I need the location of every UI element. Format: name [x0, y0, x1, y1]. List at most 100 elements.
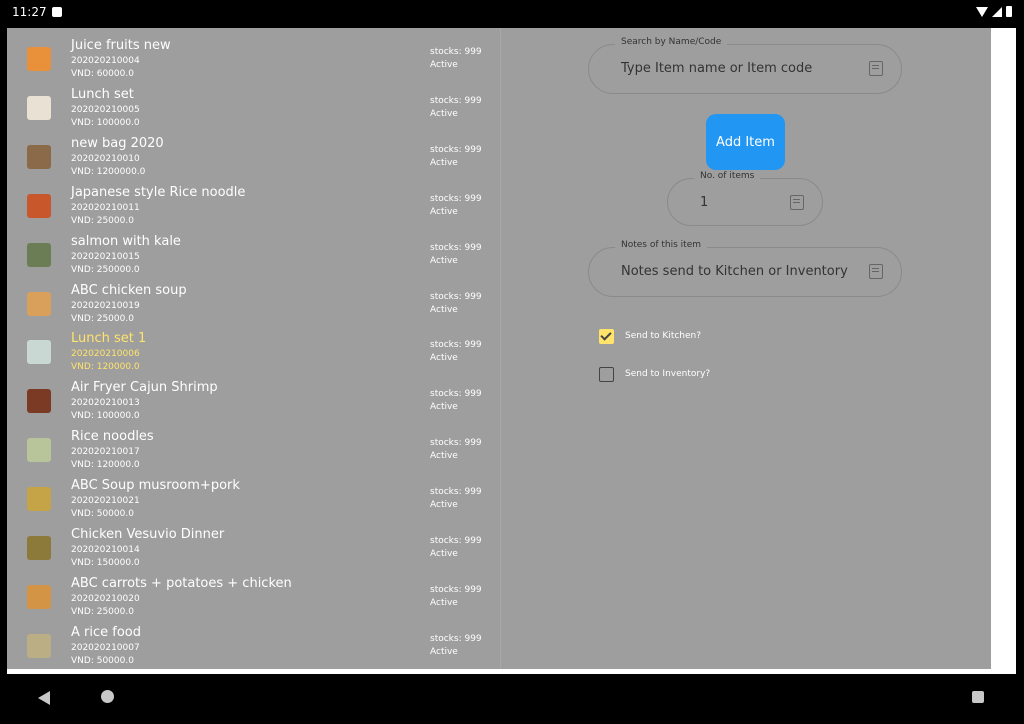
- item-stock: stocks: 999: [430, 536, 482, 546]
- item-thumbnail: [27, 242, 51, 267]
- app-window: Juice fruits new 202020210004 VND: 60000.0…: [7, 28, 991, 669]
- list-item[interactable]: Japanese style Rice noodle 202020210011 VN…: [7, 185, 500, 235]
- item-stock: stocks: 999: [430, 584, 482, 595]
- item-stock: stocks: 999: [430, 47, 482, 57]
- list-item[interactable]: ABC Soup musroom+pork 202020210021 VND: 50…: [7, 478, 500, 528]
- item-thumbnail: [27, 487, 51, 512]
- item-price: VND: 120000.0: [71, 362, 140, 373]
- list-item[interactable]: Lunch set 1 202020210006 VND: 120000.0 stoc…: [7, 331, 500, 381]
- item-status: Active: [430, 500, 458, 511]
- system-icons: [976, 6, 1012, 17]
- item-name: Rice noodles: [71, 429, 154, 445]
- item-code: 202020210007: [71, 642, 140, 653]
- item-thumbnail: [27, 536, 51, 560]
- item-name: salmon with kale: [71, 233, 181, 249]
- search-field[interactable]: Search by Name/Code Type Item name or It…: [588, 37, 902, 94]
- item-price: VND: 1200000.0: [71, 166, 146, 177]
- list-item[interactable]: Air Fryer Cajun Shrimp 202020210013 VND: 1…: [7, 380, 500, 430]
- list-item[interactable]: salmon with kale 202020210015 VND: 250000.…: [7, 233, 500, 284]
- item-thumbnail: [27, 95, 51, 120]
- item-name: ABC carrots + potatoes + chicken: [71, 575, 292, 591]
- item-status: Active: [430, 255, 458, 266]
- back-icon[interactable]: [38, 691, 50, 705]
- item-price: VND: 50000.0: [71, 509, 134, 520]
- keyboard-icon[interactable]: [869, 264, 883, 279]
- item-thumbnail: [27, 389, 51, 414]
- notes-label: Notes of this item: [615, 240, 708, 250]
- item-code: 202020210013: [71, 398, 140, 409]
- item-stock: stocks: 999: [430, 95, 482, 106]
- list-item[interactable]: A rice food 202020210007 VND: 50000.0 stock…: [7, 625, 500, 669]
- item-status: Active: [430, 108, 458, 119]
- keyboard-icon[interactable]: [869, 61, 883, 76]
- item-thumbnail: [27, 291, 51, 316]
- item-name: new bag 2020: [71, 135, 164, 151]
- item-thumbnail: [27, 584, 51, 609]
- item-status: Active: [430, 157, 458, 168]
- list-item[interactable]: ABC chicken soup 202020210019 VND: 25000.0…: [7, 282, 500, 333]
- screen-edge: [991, 28, 1016, 669]
- notification-icon: [52, 7, 62, 17]
- item-thumbnail: [27, 193, 51, 218]
- signal-icon: [992, 6, 1002, 17]
- item-price: VND: 25000.0: [71, 215, 134, 226]
- notes-field[interactable]: Notes of this item Notes send to Kitchen…: [588, 240, 902, 297]
- item-stock: stocks: 999: [430, 487, 482, 498]
- item-price: VND: 50000.0: [71, 655, 134, 666]
- item-thumbnail: [27, 144, 51, 169]
- item-price: VND: 25000.0: [71, 606, 134, 617]
- navigation-bar: [0, 674, 1024, 724]
- item-thumbnail: [27, 47, 51, 71]
- item-price: VND: 120000.0: [71, 460, 140, 471]
- item-stock: stocks: 999: [430, 242, 482, 253]
- status-time: 11:27: [12, 5, 47, 19]
- recent-apps-icon[interactable]: [972, 691, 984, 703]
- battery-icon: [1006, 6, 1012, 17]
- list-item[interactable]: Juice fruits new 202020210004 VND: 60000.0…: [7, 38, 500, 88]
- item-status: Active: [430, 304, 458, 315]
- keyboard-icon[interactable]: [790, 195, 804, 210]
- item-price: VND: 25000.0: [71, 313, 134, 324]
- item-stock: stocks: 999: [430, 144, 482, 155]
- item-stock: stocks: 999: [430, 438, 482, 449]
- item-stock: stocks: 999: [430, 389, 482, 400]
- item-thumbnail: [27, 340, 51, 365]
- wifi-icon: [976, 6, 988, 17]
- item-status: Active: [430, 549, 458, 559]
- item-stock: stocks: 999: [430, 633, 482, 644]
- item-name: Juice fruits new: [71, 38, 171, 53]
- send-to-inventory-checkbox[interactable]: [599, 367, 614, 382]
- item-name: ABC Soup musroom+pork: [71, 478, 240, 494]
- item-thumbnail: [27, 438, 51, 463]
- send-to-inventory-label[interactable]: Send to Inventory?: [625, 369, 710, 379]
- list-item[interactable]: Chicken Vesuvio Dinner 202020210014 VND: 1…: [7, 527, 500, 577]
- list-item[interactable]: Lunch set 202020210005 VND: 100000.0 stocks…: [7, 86, 500, 137]
- search-input[interactable]: Type Item name or Item code: [621, 61, 812, 76]
- quantity-label: No. of items: [694, 171, 761, 181]
- search-label: Search by Name/Code: [615, 37, 728, 47]
- item-name: Air Fryer Cajun Shrimp: [71, 380, 218, 396]
- item-code: 202020210004: [71, 56, 140, 66]
- item-code: 202020210005: [71, 104, 140, 115]
- item-price: VND: 100000.0: [71, 411, 140, 422]
- home-icon[interactable]: [101, 690, 114, 703]
- item-code: 202020210015: [71, 251, 140, 262]
- list-item[interactable]: Rice noodles 202020210017 VND: 120000.0 sto…: [7, 429, 500, 479]
- item-status: Active: [430, 597, 458, 608]
- item-name: Lunch set: [71, 86, 134, 102]
- list-item[interactable]: ABC carrots + potatoes + chicken 20202021…: [7, 575, 500, 626]
- list-item[interactable]: new bag 2020 202020210010 VND: 1200000.0 st…: [7, 135, 500, 186]
- quantity-field[interactable]: No. of items 1: [667, 171, 823, 226]
- item-stock: stocks: 999: [430, 291, 482, 302]
- item-list[interactable]: Juice fruits new 202020210004 VND: 60000.0…: [7, 28, 500, 669]
- item-name: ABC chicken soup: [71, 282, 187, 298]
- add-item-button[interactable]: Add Item: [706, 114, 785, 170]
- send-to-kitchen-label[interactable]: Send to Kitchen?: [625, 331, 701, 341]
- item-price: VND: 250000.0: [71, 264, 140, 275]
- notes-input[interactable]: Notes send to Kitchen or Inventory: [621, 264, 848, 279]
- item-code: 202020210019: [71, 300, 140, 311]
- send-to-kitchen-checkbox[interactable]: [599, 329, 614, 344]
- item-stock: stocks: 999: [430, 193, 482, 204]
- quantity-input[interactable]: 1: [700, 195, 708, 210]
- item-code: 202020210021: [71, 496, 140, 507]
